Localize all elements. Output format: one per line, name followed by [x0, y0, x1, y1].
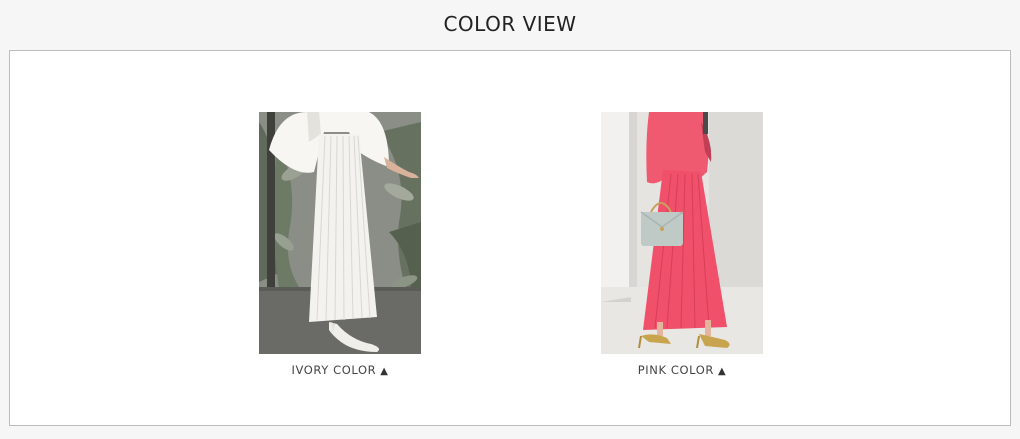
- color-card-ivory[interactable]: IVORY COLOR ▲: [259, 112, 421, 377]
- pink-color-caption[interactable]: PINK COLOR ▲: [601, 363, 763, 377]
- color-view-panel: IVORY COLOR ▲ PINK COLOR ▲: [9, 50, 1011, 426]
- color-card-pink[interactable]: PINK COLOR ▲: [601, 112, 763, 377]
- triangle-up-icon: ▲: [380, 366, 389, 377]
- ivory-color-caption[interactable]: IVORY COLOR ▲: [259, 363, 421, 377]
- pink-color-label: PINK COLOR: [637, 363, 714, 377]
- triangle-up-icon: ▲: [717, 366, 727, 377]
- pink-product-photo[interactable]: [601, 112, 763, 354]
- ivory-product-photo[interactable]: [259, 112, 421, 354]
- ivory-color-label: IVORY COLOR: [291, 363, 377, 377]
- page-title: COLOR VIEW: [443, 12, 577, 36]
